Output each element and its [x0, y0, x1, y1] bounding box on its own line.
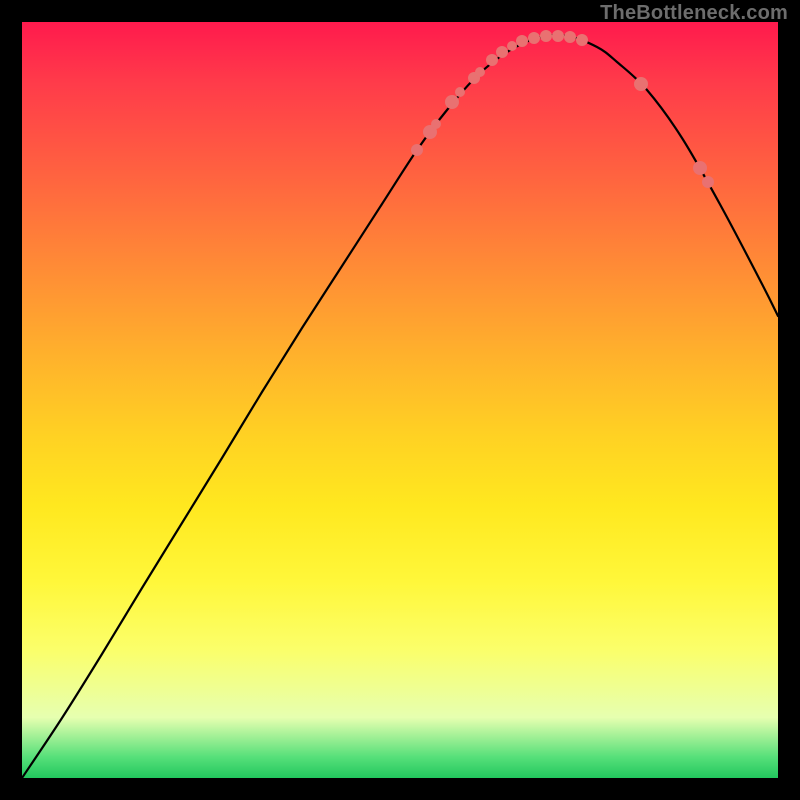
data-point [702, 176, 714, 188]
data-point [564, 31, 576, 43]
data-point [516, 35, 528, 47]
data-point [475, 67, 485, 77]
data-point [528, 32, 540, 44]
data-point [693, 161, 707, 175]
data-point [455, 87, 465, 97]
bottleneck-curve [22, 35, 778, 778]
data-point [576, 34, 588, 46]
data-point [431, 119, 441, 129]
data-point [634, 77, 648, 91]
data-point [507, 41, 517, 51]
curve-chart [22, 22, 778, 778]
data-point [486, 54, 498, 66]
data-point [552, 30, 564, 42]
data-point [411, 144, 423, 156]
data-point [496, 46, 508, 58]
data-point [445, 95, 459, 109]
data-point [540, 30, 552, 42]
curve-markers [411, 30, 714, 188]
